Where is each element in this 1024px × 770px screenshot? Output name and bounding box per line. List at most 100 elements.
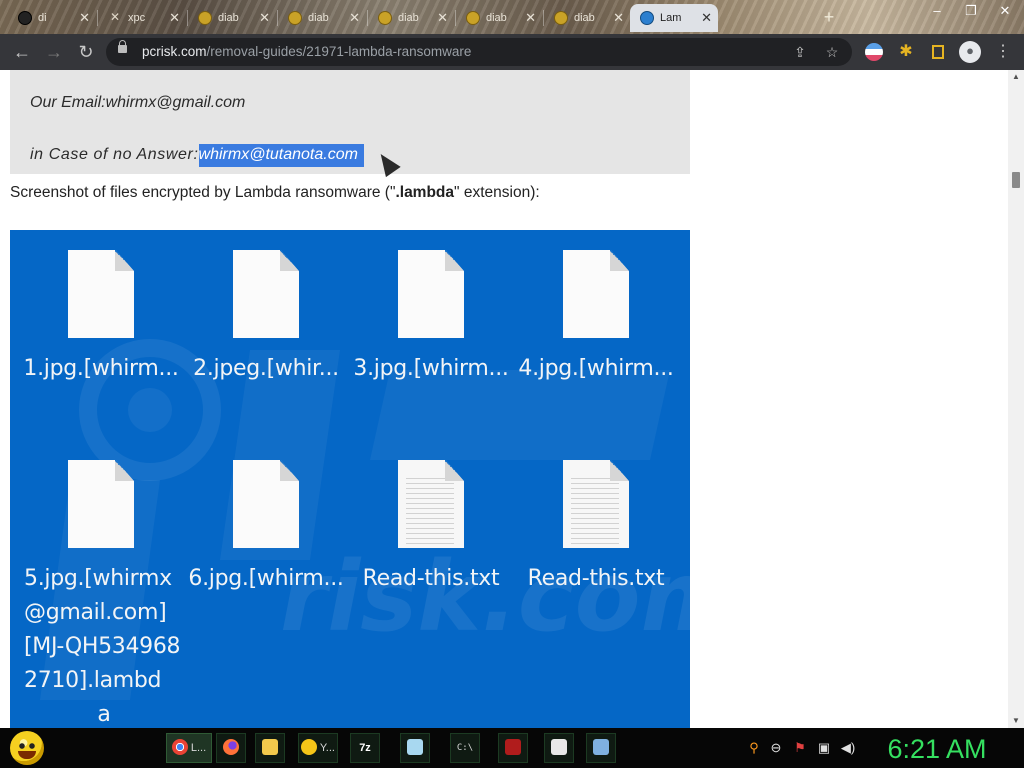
text-file-icon xyxy=(563,460,629,548)
share-icon[interactable]: ⇪ xyxy=(790,42,810,62)
close-window-button[interactable]: ✕ xyxy=(988,0,1022,26)
contact-email-line: Our Email:whirmx@gmail.com xyxy=(30,94,246,111)
tab-3[interactable]: diab ✕ xyxy=(188,4,276,32)
extension-flag-icon[interactable] xyxy=(865,43,883,61)
tab-close-icon[interactable]: ✕ xyxy=(259,4,270,32)
page-viewport: Our Email:whirmx@gmail.com in Case of no… xyxy=(0,70,1008,728)
cmd-icon: C:\ xyxy=(456,743,474,753)
scroll-down-icon[interactable]: ▼ xyxy=(1008,714,1024,728)
tab-6[interactable]: diab ✕ xyxy=(456,4,542,32)
tab-4[interactable]: diab ✕ xyxy=(278,4,366,32)
maximize-button[interactable]: ❐ xyxy=(954,0,988,26)
taskbar-item-chrome[interactable]: L... xyxy=(166,733,212,763)
tab-7[interactable]: diab ✕ xyxy=(544,4,630,32)
file-name-last-char: a xyxy=(97,702,111,727)
back-icon[interactable]: ← xyxy=(10,40,34,64)
menu-icon[interactable]: ⋮ xyxy=(993,42,1013,62)
url-host: pcrisk.com xyxy=(142,44,207,59)
browser-toolbar: ← → ↻ pcrisk.com/removal-guides/21971-la… xyxy=(0,34,1024,70)
start-button-smiley-icon[interactable] xyxy=(10,731,44,765)
taskbar: L... Y... 7z C:\ ⚲ ⊖ ⚑ ▣ ◀) 6:21 AM xyxy=(0,728,1024,768)
file-name: Read-this.txt xyxy=(527,566,665,591)
file-name: 6.jpg.[whirm... xyxy=(188,566,344,591)
tab-title: diab xyxy=(398,12,419,24)
tab-close-icon[interactable]: ✕ xyxy=(349,4,360,32)
tab-close-icon[interactable]: ✕ xyxy=(701,4,712,32)
file-item[interactable]: Read-this.txt xyxy=(346,460,516,596)
network-icon[interactable]: ▣ xyxy=(816,740,832,756)
minus-circle-icon[interactable]: ⊖ xyxy=(768,740,784,756)
file-item[interactable]: Read-this.txt xyxy=(511,460,681,596)
site-icon xyxy=(554,11,568,25)
taskbar-item-display[interactable] xyxy=(586,733,616,763)
taskbar-item-firefox[interactable] xyxy=(216,733,246,763)
file-item[interactable]: 2.jpeg.[whir... xyxy=(181,250,351,386)
search-icon[interactable]: ⚲ xyxy=(746,740,762,756)
file-name-wrapped: 5.jpg.[whirmx@gmail.com][MJ-QH5349682710… xyxy=(24,566,181,693)
tab-title: diab xyxy=(574,12,595,24)
tab-close-icon[interactable]: ✕ xyxy=(169,4,180,32)
tab-2[interactable]: ✕ xpc ✕ xyxy=(98,4,186,32)
tab-1[interactable]: di ✕ xyxy=(8,4,96,32)
file-name: 1.jpg.[whirm... xyxy=(23,356,179,381)
taskbar-item-cmd[interactable]: C:\ xyxy=(450,733,480,763)
text-file-icon xyxy=(398,460,464,548)
caption-text-end: " extension): xyxy=(454,184,540,201)
profile-icon[interactable]: ● xyxy=(959,41,981,63)
minimize-button[interactable]: – xyxy=(920,0,954,26)
lock-icon[interactable] xyxy=(118,40,127,53)
side-panel-icon[interactable] xyxy=(932,45,944,59)
taskbar-item-notepad[interactable] xyxy=(400,733,430,763)
file-name: 4.jpg.[whirm... xyxy=(518,356,674,381)
screenshot-caption: Screenshot of files encrypted by Lambda … xyxy=(10,184,540,202)
tab-active[interactable]: Lam ✕ xyxy=(630,4,718,32)
file-item[interactable]: 6.jpg.[whirm... xyxy=(181,460,351,596)
file-item[interactable]: 4.jpg.[whirm... xyxy=(511,250,681,386)
tab-5[interactable]: diab ✕ xyxy=(368,4,454,32)
flash-icon xyxy=(505,739,521,756)
backup-email-line: in Case of no Answer:whirmx@tutanota.com xyxy=(30,144,364,167)
taskbar-item-7zip[interactable]: 7z xyxy=(350,733,380,763)
caption-text-start: Screenshot of files encrypted by Lambda … xyxy=(10,184,396,201)
site-icon xyxy=(466,11,480,25)
tab-close-icon[interactable]: ✕ xyxy=(613,4,624,32)
scroll-thumb[interactable] xyxy=(1012,172,1020,188)
firefox-icon xyxy=(223,739,239,756)
scroll-up-icon[interactable]: ▲ xyxy=(1008,70,1024,84)
taskbar-item-window[interactable] xyxy=(544,733,574,763)
puzzle-icon[interactable]: ✱ xyxy=(896,42,916,62)
file-item-selected[interactable]: 5.jpg.[whirmx@gmail.com][MJ-QH5349682710… xyxy=(16,460,186,728)
tab-title: diab xyxy=(486,12,507,24)
reload-icon[interactable]: ↻ xyxy=(74,40,98,64)
taskbar-item-messenger[interactable]: Y... xyxy=(298,733,338,763)
tab-close-icon[interactable]: ✕ xyxy=(525,4,536,32)
vertical-scrollbar[interactable]: ▲ ▼ xyxy=(1008,70,1024,728)
url-text[interactable]: pcrisk.com/removal-guides/21971-lambda-r… xyxy=(142,38,471,66)
close-x-icon: ✕ xyxy=(109,10,121,24)
ransom-note-box: Our Email:whirmx@gmail.com in Case of no… xyxy=(10,70,690,174)
file-item[interactable]: 3.jpg.[whirm... xyxy=(346,250,516,386)
address-bar[interactable]: pcrisk.com/removal-guides/21971-lambda-r… xyxy=(106,38,852,66)
volume-icon[interactable]: ◀) xyxy=(840,740,856,756)
encrypted-files-screenshot: risk.com 1.jpg.[whirm... 2.jpeg.[whir...… xyxy=(10,230,690,728)
blank-file-icon xyxy=(68,250,134,338)
flag-icon[interactable]: ⚑ xyxy=(792,740,808,756)
tab-close-icon[interactable]: ✕ xyxy=(437,4,448,32)
star-icon[interactable]: ☆ xyxy=(822,42,842,62)
selected-email-text[interactable]: whirmx@tutanota.com xyxy=(198,144,364,167)
taskbar-item-folder[interactable] xyxy=(255,733,285,763)
file-item[interactable]: 1.jpg.[whirm... xyxy=(16,250,186,386)
blank-file-icon xyxy=(563,250,629,338)
taskbar-item-flash[interactable] xyxy=(498,733,528,763)
github-icon xyxy=(18,11,32,25)
tab-strip: di ✕ ✕ xpc ✕ diab ✕ diab ✕ diab ✕ diab ✕… xyxy=(0,0,1024,34)
site-icon xyxy=(378,11,392,25)
url-path: /removal-guides/21971-lambda-ransomware xyxy=(206,44,472,59)
notepad-icon xyxy=(407,739,423,756)
forward-icon[interactable]: → xyxy=(42,40,66,64)
new-tab-button[interactable]: + xyxy=(818,6,840,28)
system-clock[interactable]: 6:21 AM xyxy=(872,728,1002,768)
taskbar-item-label: Y... xyxy=(319,742,335,754)
tab-close-icon[interactable]: ✕ xyxy=(79,4,90,32)
blank-file-icon xyxy=(233,460,299,548)
